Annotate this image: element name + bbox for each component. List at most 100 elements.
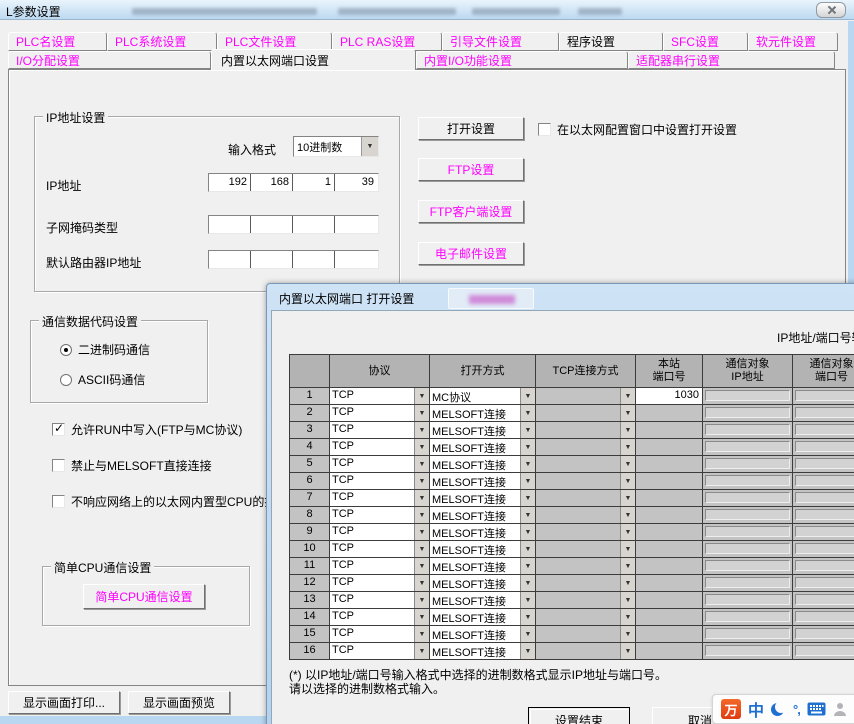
tcp-mode-dropdown[interactable]: ▼ <box>536 456 635 472</box>
host-port-cell[interactable] <box>636 507 703 524</box>
target-port-cell[interactable] <box>793 541 854 558</box>
chevron-down-icon[interactable]: ▼ <box>414 643 429 659</box>
tcp-mode-dropdown[interactable]: ▼ <box>536 439 635 455</box>
tab[interactable]: 内置I/O功能设置 <box>416 51 628 69</box>
tab[interactable]: I/O分配设置 <box>8 51 211 69</box>
tab[interactable]: 引导文件设置 <box>442 32 559 51</box>
host-port-cell[interactable]: 1030 <box>636 388 703 405</box>
host-port-cell[interactable] <box>636 558 703 575</box>
target-ip-cell[interactable] <box>703 456 793 473</box>
punctuation-toggle-icon[interactable]: °, <box>793 702 800 717</box>
host-port-cell[interactable] <box>636 575 703 592</box>
chevron-down-icon[interactable]: ▼ <box>520 388 535 404</box>
host-port-cell[interactable] <box>636 609 703 626</box>
tcp-mode-dropdown[interactable]: ▼ <box>536 592 635 608</box>
protocol-dropdown[interactable]: TCP ▼ <box>330 609 429 625</box>
protocol-dropdown[interactable]: TCP ▼ <box>330 507 429 523</box>
subnet-octet-input[interactable] <box>251 216 293 233</box>
router-octet-input[interactable] <box>251 251 293 268</box>
full-half-width-icon[interactable] <box>771 702 786 717</box>
target-ip-cell[interactable] <box>703 643 793 660</box>
open-method-dropdown[interactable]: MELSOFT连接 ▼ <box>430 490 535 506</box>
chevron-down-icon[interactable]: ▼ <box>620 626 635 642</box>
subnet-octet-input[interactable] <box>293 216 335 233</box>
ethernet-config-checkbox[interactable]: 在以太网配置窗口中设置打开设置 <box>538 121 737 138</box>
target-ip-cell[interactable] <box>703 490 793 507</box>
open-method-dropdown[interactable]: MELSOFT连接 ▼ <box>430 575 535 591</box>
chevron-down-icon[interactable]: ▼ <box>520 507 535 523</box>
open-method-dropdown[interactable]: MELSOFT连接 ▼ <box>430 473 535 489</box>
host-port-cell[interactable] <box>636 541 703 558</box>
chevron-down-icon[interactable]: ▼ <box>620 643 635 659</box>
tab[interactable]: SFC设置 <box>663 32 748 51</box>
protocol-dropdown[interactable]: TCP ▼ <box>330 439 429 455</box>
target-port-cell[interactable] <box>793 592 854 609</box>
tab[interactable]: 软元件设置 <box>748 32 838 51</box>
chevron-down-icon[interactable]: ▼ <box>620 609 635 625</box>
tab[interactable]: 内置以太网端口设置 <box>211 49 416 70</box>
target-port-cell[interactable] <box>793 405 854 422</box>
tcp-mode-dropdown[interactable]: ▼ <box>536 643 635 659</box>
host-port-cell[interactable] <box>636 405 703 422</box>
host-port-cell[interactable] <box>636 626 703 643</box>
chevron-down-icon[interactable]: ▼ <box>620 456 635 472</box>
open-method-dropdown[interactable]: MC协议 ▼ <box>430 388 535 404</box>
protocol-dropdown[interactable]: TCP ▼ <box>330 626 429 642</box>
chevron-down-icon[interactable]: ▼ <box>520 473 535 489</box>
open-method-dropdown[interactable]: MELSOFT连接 ▼ <box>430 524 535 540</box>
ip-octet-input[interactable]: 192 <box>209 174 251 191</box>
router-octet-input[interactable] <box>209 251 251 268</box>
target-port-cell[interactable] <box>793 439 854 456</box>
chevron-down-icon[interactable]: ▼ <box>414 456 429 472</box>
chevron-down-icon[interactable]: ▼ <box>414 575 429 591</box>
binary-code-radio[interactable]: 二进制码通信 <box>60 341 150 358</box>
no-response-search-checkbox[interactable]: 不响应网络上的以太网内置型CPU的搜索 <box>52 493 288 510</box>
chevron-down-icon[interactable]: ▼ <box>620 422 635 438</box>
chevron-down-icon[interactable]: ▼ <box>520 541 535 557</box>
target-ip-cell[interactable] <box>703 558 793 575</box>
open-method-dropdown[interactable]: MELSOFT连接 ▼ <box>430 456 535 472</box>
target-port-cell[interactable] <box>793 422 854 439</box>
chevron-down-icon[interactable]: ▼ <box>520 490 535 506</box>
target-ip-cell[interactable] <box>703 473 793 490</box>
open-settings-button[interactable]: 打开设置 <box>418 117 524 140</box>
chevron-down-icon[interactable]: ▼ <box>414 541 429 557</box>
chevron-down-icon[interactable]: ▼ <box>620 473 635 489</box>
target-port-cell[interactable] <box>793 524 854 541</box>
soft-keyboard-icon[interactable] <box>807 702 826 716</box>
chevron-down-icon[interactable]: ▼ <box>414 422 429 438</box>
ime-logo-icon[interactable]: 万 <box>721 699 741 719</box>
chevron-down-icon[interactable]: ▼ <box>520 592 535 608</box>
open-method-dropdown[interactable]: MELSOFT连接 ▼ <box>430 592 535 608</box>
chevron-down-icon[interactable]: ▼ <box>620 490 635 506</box>
open-method-dropdown[interactable]: MELSOFT连接 ▼ <box>430 422 535 438</box>
protocol-dropdown[interactable]: TCP ▼ <box>330 388 429 404</box>
chevron-down-icon[interactable]: ▼ <box>414 405 429 421</box>
tcp-mode-dropdown[interactable]: ▼ <box>536 575 635 591</box>
tcp-mode-dropdown[interactable]: ▼ <box>536 405 635 421</box>
target-port-cell[interactable] <box>793 626 854 643</box>
tab[interactable]: PLC名设置 <box>8 32 107 51</box>
chevron-down-icon[interactable]: ▼ <box>620 524 635 540</box>
subnet-octet-input[interactable] <box>335 216 377 233</box>
protocol-dropdown[interactable]: TCP ▼ <box>330 422 429 438</box>
tcp-mode-dropdown[interactable]: ▼ <box>536 558 635 574</box>
chevron-down-icon[interactable]: ▼ <box>620 575 635 591</box>
chevron-down-icon[interactable]: ▼ <box>520 558 535 574</box>
chevron-down-icon[interactable]: ▼ <box>520 405 535 421</box>
chevron-down-icon[interactable]: ▼ <box>520 456 535 472</box>
open-method-dropdown[interactable]: MELSOFT连接 ▼ <box>430 541 535 557</box>
chevron-down-icon[interactable]: ▼ <box>620 507 635 523</box>
chevron-down-icon[interactable]: ▼ <box>414 524 429 540</box>
router-octet-input[interactable] <box>335 251 377 268</box>
target-ip-cell[interactable] <box>703 575 793 592</box>
chevron-down-icon[interactable]: ▼ <box>414 388 429 404</box>
tcp-mode-dropdown[interactable]: ▼ <box>536 609 635 625</box>
chevron-down-icon[interactable]: ▼ <box>414 558 429 574</box>
protocol-dropdown[interactable]: TCP ▼ <box>330 541 429 557</box>
tcp-mode-dropdown[interactable]: ▼ <box>536 490 635 506</box>
protocol-dropdown[interactable]: TCP ▼ <box>330 643 429 659</box>
target-ip-cell[interactable] <box>703 439 793 456</box>
tcp-mode-dropdown[interactable]: ▼ <box>536 388 635 404</box>
chevron-down-icon[interactable]: ▼ <box>620 541 635 557</box>
